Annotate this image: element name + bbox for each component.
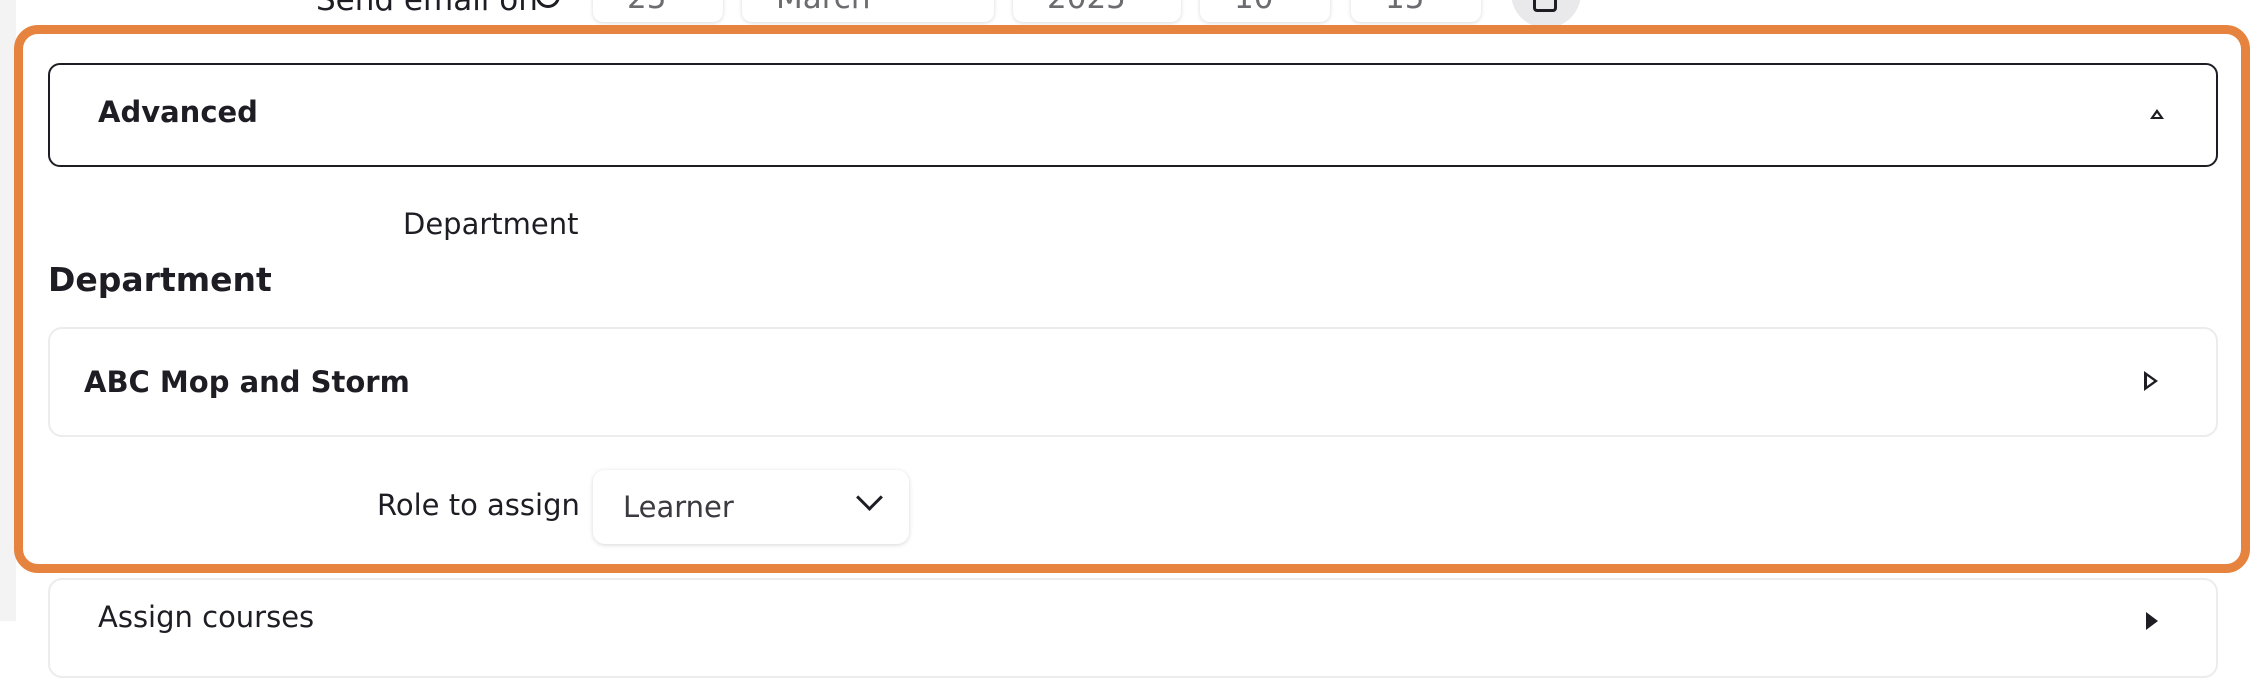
hour-value: 10 — [1234, 0, 1273, 16]
day-value: 25 — [627, 0, 666, 16]
department-heading: Department — [48, 260, 272, 299]
chevron-down-icon — [856, 484, 883, 511]
department-item-label: ABC Mop and Storm — [84, 365, 410, 399]
send-email-row: Send email on 25 March 2025 10 15 — [0, 0, 2266, 22]
day-select[interactable]: 25 — [593, 0, 723, 22]
help-icon[interactable] — [536, 0, 560, 8]
assign-courses-section[interactable]: Assign courses — [48, 578, 2218, 678]
department-field-label: Department — [403, 207, 579, 241]
role-label: Role to assign — [377, 488, 580, 522]
minute-select[interactable]: 15 — [1351, 0, 1481, 22]
hour-select[interactable]: 10 — [1200, 0, 1330, 22]
assign-courses-label: Assign courses — [98, 600, 314, 634]
month-value: March — [776, 0, 871, 16]
calendar-icon — [1533, 0, 1557, 12]
calendar-button[interactable] — [1511, 0, 1581, 28]
play-icon — [2146, 612, 2158, 630]
year-select[interactable]: 2025 — [1013, 0, 1181, 22]
role-select[interactable]: Learner — [593, 470, 909, 544]
advanced-section-header[interactable]: Advanced — [48, 63, 2218, 167]
minute-value: 15 — [1385, 0, 1424, 16]
role-value: Learner — [623, 490, 734, 524]
year-value: 2025 — [1047, 0, 1126, 16]
department-item[interactable]: ABC Mop and Storm — [48, 327, 2218, 437]
caret-up-icon — [2150, 109, 2164, 119]
advanced-title: Advanced — [98, 95, 258, 129]
send-email-label: Send email on — [316, 0, 538, 18]
month-select[interactable]: March — [742, 0, 994, 22]
play-icon — [2144, 371, 2158, 391]
